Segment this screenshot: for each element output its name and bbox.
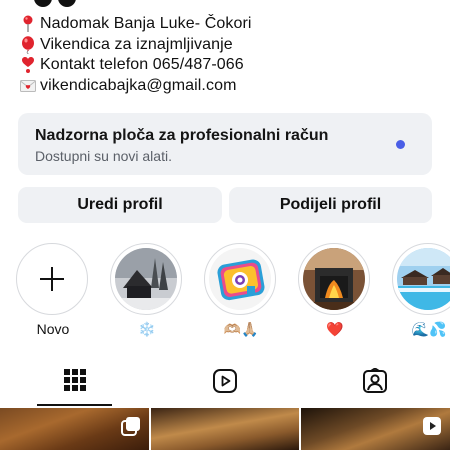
reels-icon [212, 368, 238, 399]
bio-line-description: Vikendica za iznajmljivanje [20, 35, 440, 56]
bio-email-text[interactable]: vikendicabajka@gmail.com [40, 76, 237, 96]
profile-picture-edge [34, 0, 114, 8]
post-thumbnail[interactable] [151, 408, 299, 450]
highlight-fireplace[interactable]: ❤️ [298, 243, 372, 341]
highlight-label: 🌊💦 [411, 321, 447, 337]
highlight-label: ❤️ [326, 321, 344, 337]
story-highlights: Novo ❄️ 🫶🏼🙏🏼 ❤️ 🌊💦 [0, 243, 450, 343]
new-indicator-dot [396, 140, 405, 149]
carousel-icon [121, 416, 141, 441]
bio-line-location: Nadomak Banja Luke- Čokori [20, 14, 440, 35]
active-tab-indicator [37, 404, 112, 406]
highlight-new[interactable]: Novo [16, 243, 90, 341]
edit-profile-button[interactable]: Uredi profil [18, 187, 222, 223]
profile-content-tabs [0, 362, 450, 408]
plus-icon [16, 243, 88, 315]
pin-icon [20, 15, 36, 33]
reel-icon [422, 416, 442, 441]
instagram-logo-thumbnail [209, 248, 271, 310]
bio-line-email: vikendicabajka@gmail.com [20, 76, 440, 97]
highlight-label: 🫶🏼🙏🏼 [223, 321, 259, 337]
professional-dashboard-subtitle: Dostupni su novi alati. [35, 148, 172, 164]
highlight-instagram[interactable]: 🫶🏼🙏🏼 [204, 243, 278, 341]
tab-tagged[interactable] [300, 362, 450, 408]
bio-description-text: Vikendica za iznajmljivanje [40, 35, 233, 53]
bio-location-text: Nadomak Banja Luke- Čokori [40, 15, 252, 33]
tagged-icon [362, 367, 388, 399]
post-thumbnail[interactable] [0, 408, 149, 450]
bio-phone-text: Kontakt telefon 065/487-066 [40, 56, 244, 74]
highlight-winter[interactable]: ❄️ [110, 243, 184, 341]
professional-dashboard-card[interactable]: Nadzorna ploča za profesionalni račun Do… [18, 113, 432, 175]
grid-icon [63, 368, 87, 397]
heart-exclamation-icon [20, 56, 36, 74]
profile-bio: Nadomak Banja Luke- Čokori Vikendica za … [20, 14, 440, 96]
posts-grid [0, 408, 450, 450]
bio-line-phone: Kontakt telefon 065/487-066 [20, 55, 440, 76]
love-letter-icon [20, 77, 36, 95]
share-profile-button[interactable]: Podijeli profil [229, 187, 432, 223]
winter-cabin-thumbnail [115, 248, 177, 310]
balloon-icon [20, 35, 36, 54]
highlight-label: ❄️ [138, 321, 156, 337]
professional-dashboard-title: Nadzorna ploča za profesionalni račun [35, 127, 329, 144]
fireplace-thumbnail [303, 248, 365, 310]
highlight-pool[interactable]: 🌊💦 [392, 243, 450, 341]
tab-posts-grid[interactable] [0, 362, 150, 408]
post-thumbnail[interactable] [301, 408, 450, 450]
tab-reels[interactable] [150, 362, 300, 408]
pool-thumbnail [397, 248, 450, 310]
highlight-label: Novo [36, 321, 70, 337]
